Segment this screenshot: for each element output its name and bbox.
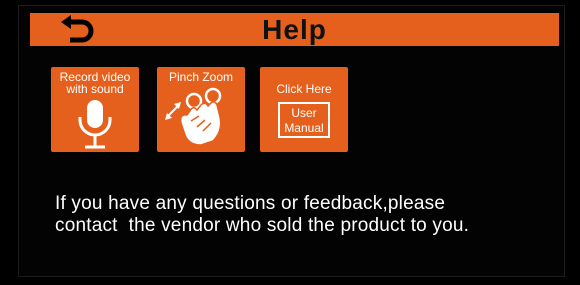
- record-video-tile[interactable]: Record video with sound: [51, 67, 139, 152]
- user-manual-tile[interactable]: Click Here User Manual: [260, 67, 348, 152]
- pinch-zoom-tile[interactable]: Pinch Zoom: [157, 67, 245, 152]
- user-manual-line1: User: [291, 106, 317, 120]
- help-message-line1: If you have any questions or feedback,pl…: [55, 193, 446, 214]
- help-message: If you have any questions or feedback,pl…: [55, 193, 565, 237]
- back-arrow-icon: [61, 15, 94, 43]
- click-here-label: Click Here: [276, 82, 332, 96]
- microphone-icon: [78, 100, 112, 149]
- help-message-line2: contact the vendor who sold the product …: [55, 215, 470, 236]
- pinch-zoom-hand-icon: [165, 87, 222, 146]
- user-manual-box: User Manual: [278, 102, 330, 138]
- back-button[interactable]: [50, 12, 102, 48]
- user-manual-line2: Manual: [284, 121, 324, 135]
- page-title: Help: [262, 14, 327, 45]
